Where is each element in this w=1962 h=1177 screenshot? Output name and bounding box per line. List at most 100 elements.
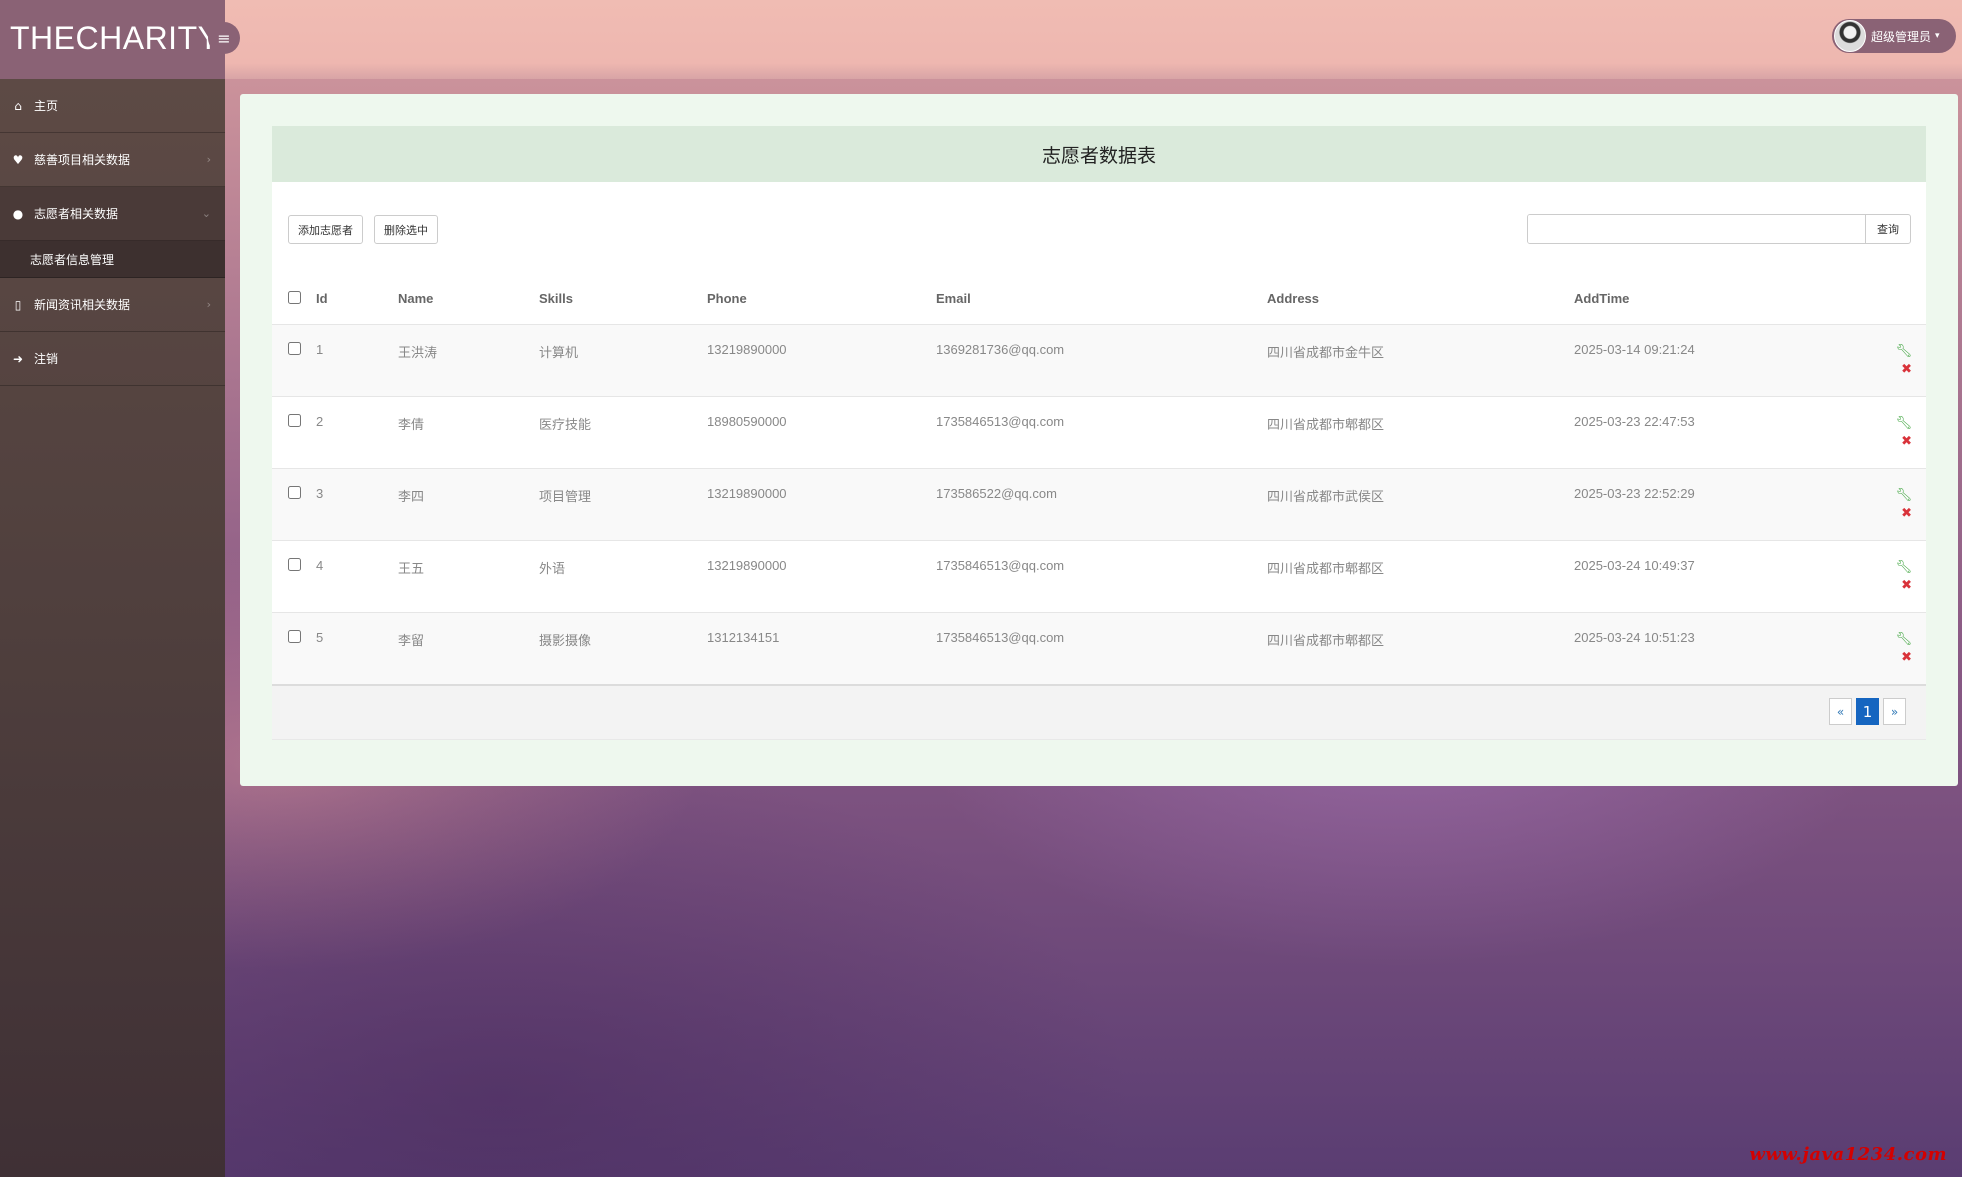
edit-wrench-icon[interactable]: 🔧︎	[1804, 630, 1912, 648]
chevron-down-icon: ▾	[1935, 31, 1940, 41]
row-actions: 🔧︎ ✖	[1804, 324, 1926, 396]
cell-phone: 1312134151	[707, 629, 780, 645]
table-row: 3 李四 项目管理 13219890000 173586522@qq.com 四…	[272, 468, 1926, 540]
delete-x-icon[interactable]: ✖	[1804, 648, 1912, 666]
row-actions: 🔧︎ ✖	[1804, 468, 1926, 540]
sidebar-item-label: 慈善项目相关数据	[34, 153, 131, 167]
next-page-button[interactable]: »	[1883, 698, 1906, 725]
row-actions: 🔧︎ ✖	[1804, 396, 1926, 468]
user-name: 超级管理员	[1871, 29, 1932, 44]
hamburger-icon[interactable]: ≡	[208, 22, 240, 54]
delete-x-icon[interactable]: ✖	[1804, 504, 1912, 522]
cell-email: 1369281736@qq.com	[936, 341, 1065, 357]
delete-x-icon[interactable]: ✖	[1804, 576, 1912, 594]
cell-name: 王洪涛	[398, 344, 438, 360]
edit-wrench-icon[interactable]: 🔧︎	[1804, 558, 1912, 576]
delete-x-icon[interactable]: ✖	[1804, 432, 1912, 450]
page-1-button[interactable]: 1	[1856, 698, 1879, 725]
cell-id: 1	[316, 341, 324, 357]
column-header-addtime: AddTime	[1574, 291, 1630, 307]
sidebar-item-label: 志愿者相关数据	[34, 207, 119, 221]
column-header-phone: Phone	[707, 291, 747, 307]
sidebar-item-logout[interactable]: ➜ 注销	[0, 332, 225, 386]
search-input[interactable]	[1528, 215, 1865, 243]
row-actions: 🔧︎ ✖	[1804, 540, 1926, 612]
pagination: « 1 »	[1829, 698, 1906, 725]
cell-skills: 医疗技能	[539, 416, 592, 432]
row-checkbox[interactable]	[288, 557, 301, 571]
table-row: 5 李留 摄影摄像 1312134151 1735846513@qq.com 四…	[272, 612, 1926, 684]
table-row: 4 王五 外语 13219890000 1735846513@qq.com 四川…	[272, 540, 1926, 612]
column-header-id: Id	[316, 291, 328, 307]
cell-name: 李四	[398, 488, 425, 504]
cell-address: 四川省成都市郫都区	[1267, 632, 1385, 648]
sidebar-item-label: 注销	[34, 352, 59, 366]
search-button[interactable]: 查询	[1865, 215, 1910, 243]
cell-address: 四川省成都市金牛区	[1267, 344, 1385, 360]
toolbar: 添加志愿者 删除选中 查询	[272, 182, 1926, 274]
page-title: 志愿者数据表	[272, 126, 1926, 182]
row-select-cell	[272, 396, 316, 468]
cell-addtime: 2025-03-24 10:51:23	[1574, 629, 1695, 645]
cell-phone: 13219890000	[707, 557, 787, 573]
edit-wrench-icon[interactable]: 🔧︎	[1804, 486, 1912, 504]
cell-id: 3	[316, 485, 324, 501]
row-actions: 🔧︎ ✖	[1804, 612, 1926, 684]
cell-addtime: 2025-03-23 22:52:29	[1574, 485, 1695, 501]
sign-out-icon: ➜	[12, 351, 24, 366]
cell-phone: 13219890000	[707, 485, 787, 501]
cell-name: 李倩	[398, 416, 425, 432]
cell-email: 1735846513@qq.com	[936, 413, 1065, 429]
delete-selected-button[interactable]: 删除选中	[374, 215, 438, 244]
cell-address: 四川省成都市郫都区	[1267, 416, 1385, 432]
sidebar-subitem-volunteer-info[interactable]: 志愿者信息管理	[0, 241, 225, 278]
row-select-cell	[272, 540, 316, 612]
row-select-cell	[272, 468, 316, 540]
add-volunteer-button[interactable]: 添加志愿者	[288, 215, 363, 244]
cell-id: 2	[316, 413, 324, 429]
table-row: 2 李倩 医疗技能 18980590000 1735846513@qq.com …	[272, 396, 1926, 468]
sidebar-item-charity-projects[interactable]: ♥ 慈善项目相关数据 ›	[0, 133, 225, 187]
cell-id: 5	[316, 629, 324, 645]
top-bar: 超级管理员 ▾	[225, 0, 1962, 79]
row-checkbox[interactable]	[288, 485, 301, 499]
sidebar-item-news[interactable]: ▯ 新闻资讯相关数据 ›	[0, 278, 225, 332]
heart-icon: ♥	[12, 152, 24, 167]
cell-email: 173586522@qq.com	[936, 485, 1057, 501]
column-header-actions	[1804, 274, 1926, 324]
sidebar-item-home[interactable]: ⌂ 主页	[0, 79, 225, 133]
row-checkbox[interactable]	[288, 413, 301, 427]
cell-address: 四川省成都市郫都区	[1267, 560, 1385, 576]
prev-page-button[interactable]: «	[1829, 698, 1852, 725]
cell-addtime: 2025-03-14 09:21:24	[1574, 341, 1695, 357]
volunteer-table: Id Name Skills Phone Email Address AddTi…	[272, 274, 1926, 684]
delete-x-icon[interactable]: ✖	[1804, 360, 1912, 378]
cell-phone: 18980590000	[707, 413, 787, 429]
row-select-cell	[272, 324, 316, 396]
cell-addtime: 2025-03-24 10:49:37	[1574, 557, 1695, 573]
chevron-down-icon: ⌄	[201, 207, 211, 220]
chevron-right-icon: ›	[206, 153, 211, 166]
content-panel: 志愿者数据表 添加志愿者 删除选中 查询 Id Name Skills Phon…	[240, 94, 1958, 786]
tablet-icon: ▯	[14, 297, 22, 312]
sidebar-subitem-label: 志愿者信息管理	[30, 252, 115, 267]
users-icon: ●​	[12, 206, 24, 221]
sidebar-item-volunteers[interactable]: ●​ 志愿者相关数据 ⌄	[0, 187, 225, 241]
cell-id: 4	[316, 557, 324, 573]
edit-wrench-icon[interactable]: 🔧︎	[1804, 342, 1912, 360]
cell-phone: 13219890000	[707, 341, 787, 357]
table-header-row: Id Name Skills Phone Email Address AddTi…	[272, 274, 1926, 324]
avatar	[1834, 20, 1866, 52]
edit-wrench-icon[interactable]: 🔧︎	[1804, 414, 1912, 432]
select-all-checkbox[interactable]	[288, 290, 301, 304]
column-header-address: Address	[1267, 291, 1320, 307]
cell-address: 四川省成都市武侯区	[1267, 488, 1385, 504]
user-menu-button[interactable]: 超级管理员 ▾	[1832, 19, 1956, 53]
chevron-right-icon: ›	[206, 298, 211, 311]
data-card: 志愿者数据表 添加志愿者 删除选中 查询 Id Name Skills Phon…	[272, 126, 1926, 740]
brand-bar: THECHARITY	[0, 0, 225, 79]
brand-title: THECHARITY	[10, 20, 220, 56]
row-checkbox[interactable]	[288, 629, 301, 643]
cell-email: 1735846513@qq.com	[936, 557, 1065, 573]
row-checkbox[interactable]	[288, 341, 301, 355]
